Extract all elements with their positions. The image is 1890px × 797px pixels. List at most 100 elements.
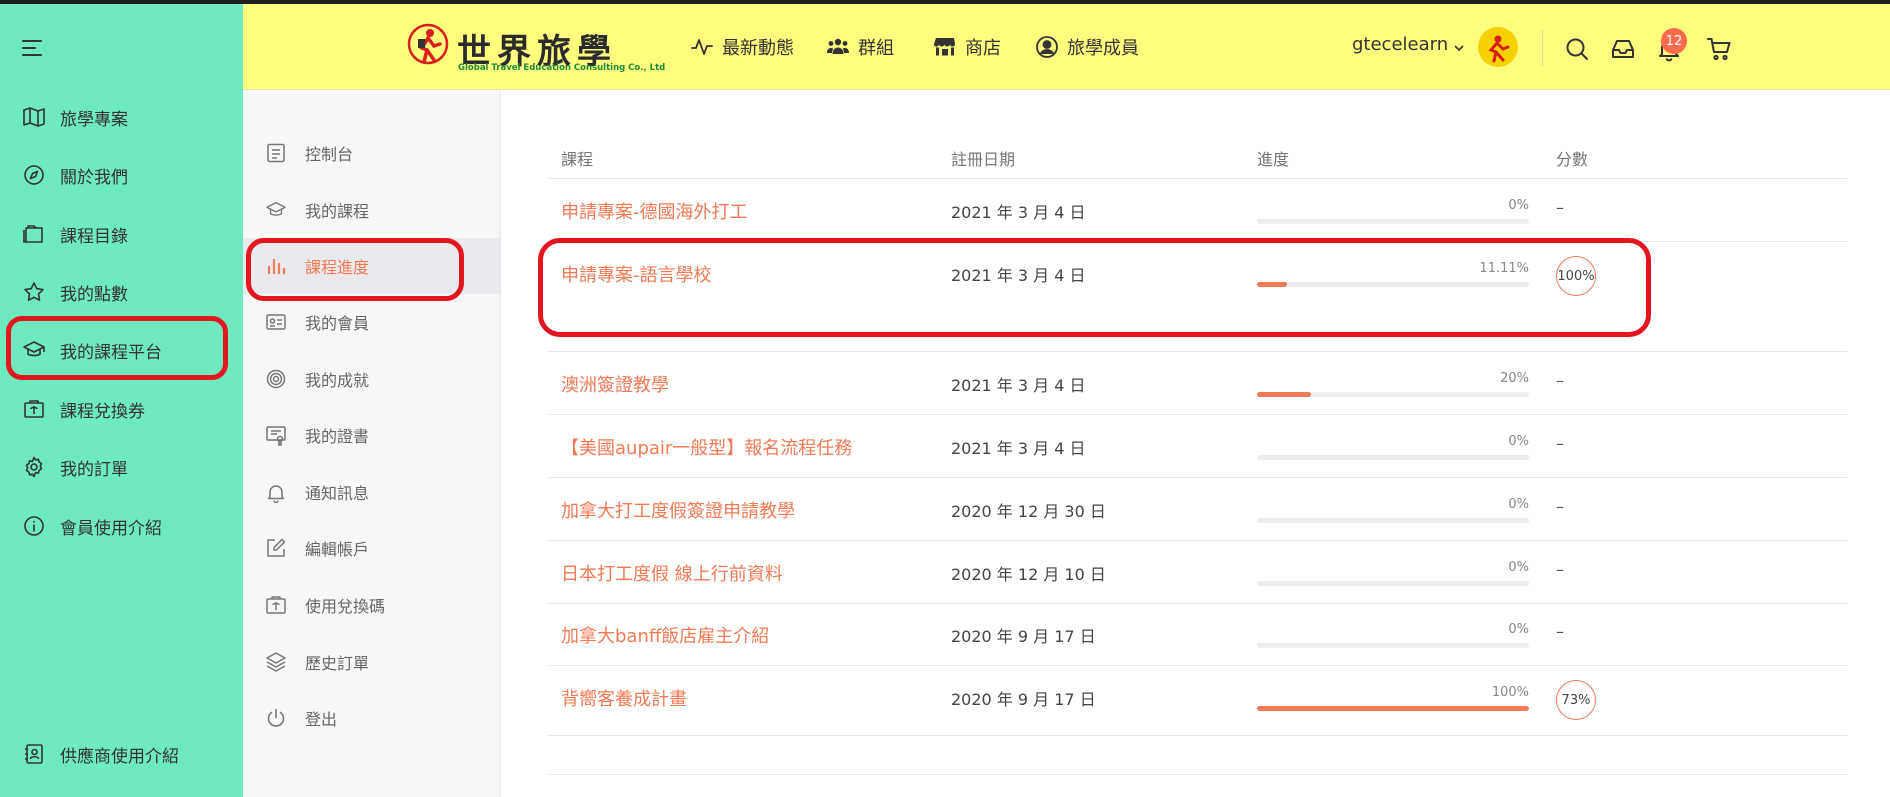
progress-bar-fill	[1257, 706, 1529, 711]
progress-bar	[1257, 455, 1529, 460]
sidebar-item-label: 會員使用介紹	[60, 518, 162, 539]
inbox-icon[interactable]	[1610, 36, 1636, 62]
subnav-item-achievements[interactable]: 我的成就	[243, 351, 501, 407]
subnav-item-dashboard[interactable]: 控制台	[243, 125, 501, 181]
table-divider	[547, 540, 1847, 541]
sidebar-item-label: 關於我們	[60, 167, 128, 188]
course-link[interactable]: 加拿大打工度假簽證申請教學	[561, 497, 795, 523]
progress-bar-fill	[1257, 282, 1288, 287]
header-nav-label: 旅學成員	[1067, 38, 1139, 59]
highlight-annotation-row	[538, 238, 1651, 337]
layers-icon	[266, 652, 286, 672]
progress-bar	[1257, 219, 1529, 224]
subnav-item-label: 使用兌換碼	[305, 597, 386, 616]
column-header-course: 課程	[561, 150, 594, 169]
header-nav-label: 群組	[858, 38, 894, 59]
main-sidebar: 旅學專案 關於我們 課程目錄 我的點數 我的課程平台 課程兌換券 我的訂單 會員…	[0, 4, 243, 797]
target-icon	[266, 369, 286, 389]
course-link[interactable]: 申請專案-語言學校	[561, 261, 712, 287]
score-value: –	[1556, 622, 1564, 641]
subnav-item-order-history[interactable]: 歷史訂單	[243, 634, 501, 690]
subnav-item-certificates[interactable]: 我的證書	[243, 407, 501, 463]
enroll-date: 2021 年 3 月 4 日	[951, 266, 1086, 285]
logo-subtitle: Global Travel Education Consulting Co., …	[458, 63, 666, 73]
map-icon	[23, 107, 45, 127]
activity-icon	[691, 39, 713, 55]
score-value: –	[1556, 560, 1564, 579]
chevron-down-icon[interactable]	[1452, 41, 1466, 55]
progress-percent: 20%	[1500, 371, 1529, 386]
username-dropdown[interactable]: gtecelearn	[1352, 34, 1448, 55]
subnav-item-edit-account[interactable]: 編輯帳戶	[243, 520, 501, 576]
enroll-date: 2020 年 12 月 30 日	[951, 502, 1106, 521]
header-nav-groups[interactable]: 群組	[826, 32, 894, 62]
header-nav-store[interactable]: 商店	[933, 32, 1001, 62]
progress-percent: 0%	[1508, 198, 1529, 213]
graduation-cap-icon	[266, 201, 286, 216]
enroll-date: 2020 年 9 月 17 日	[951, 627, 1096, 646]
avatar-logo-icon	[1488, 35, 1510, 63]
course-link[interactable]: 背嚮客養成計畫	[561, 685, 687, 711]
score-badge: 100%	[1556, 256, 1596, 296]
edit-icon	[267, 538, 286, 557]
table-divider	[547, 351, 1847, 352]
sidebar-item-label: 旅學專案	[60, 109, 128, 130]
header-nav-members[interactable]: 旅學成員	[1035, 32, 1139, 62]
score-value: –	[1556, 497, 1564, 516]
column-header-score: 分數	[1556, 150, 1589, 169]
progress-bar	[1257, 518, 1529, 523]
sidebar-item-label: 我的點數	[60, 284, 128, 305]
search-icon[interactable]	[1564, 36, 1590, 62]
progress-percent: 11.11%	[1479, 261, 1529, 276]
table-divider	[547, 774, 1847, 775]
avatar[interactable]	[1478, 27, 1518, 67]
table-divider	[547, 178, 1847, 179]
sidebar-item-catalog[interactable]: 課程目錄	[0, 214, 243, 254]
store-icon	[934, 38, 955, 56]
folder-icon	[23, 225, 43, 243]
progress-bar	[1257, 643, 1529, 648]
course-link[interactable]: 日本打工度假 線上行前資料	[561, 560, 783, 586]
course-link[interactable]: 加拿大banff飯店雇主介紹	[561, 622, 769, 648]
column-header-progress: 進度	[1257, 150, 1290, 169]
brand-logo[interactable]: 世界旅學 Global Travel Education Consulting …	[406, 20, 666, 76]
course-link[interactable]: 申請專案-德國海外打工	[561, 198, 748, 224]
cart-icon[interactable]	[1706, 36, 1732, 62]
bell-icon	[267, 485, 285, 503]
sidebar-item-points[interactable]: 我的點數	[0, 272, 243, 312]
coupon-icon	[266, 596, 286, 614]
sidebar-item-label: 課程兌換券	[60, 401, 145, 422]
subnav-item-label: 我的課程	[305, 202, 370, 221]
header-nav-news[interactable]: 最新動態	[690, 32, 794, 62]
sidebar-item-about[interactable]: 關於我們	[0, 155, 243, 195]
star-icon	[24, 282, 44, 301]
sidebar-item-vendor-guide[interactable]: 供應商使用介紹	[0, 734, 243, 774]
sidebar-item-orders[interactable]: 我的訂單	[0, 447, 243, 487]
subnav-item-redeem-code[interactable]: 使用兌換碼	[243, 577, 501, 633]
sidebar-item-projects[interactable]: 旅學專案	[0, 97, 243, 137]
header-nav-label: 最新動態	[722, 38, 794, 59]
course-link[interactable]: 【美國aupair一般型】報名流程任務	[561, 434, 852, 460]
graduation-cap-icon	[23, 341, 45, 357]
sidebar-item-member-guide[interactable]: 會員使用介紹	[0, 506, 243, 546]
progress-bar-fill	[1257, 392, 1312, 397]
subnav-item-notifications[interactable]: 通知訊息	[243, 464, 501, 520]
subnav-item-logout[interactable]: 登出	[243, 690, 501, 746]
users-icon	[827, 38, 849, 54]
sidebar-item-label: 我的訂單	[60, 459, 128, 480]
menu-toggle-icon[interactable]	[22, 40, 48, 58]
subnav-item-label: 編輯帳戶	[305, 540, 370, 559]
course-link[interactable]: 澳洲簽證教學	[561, 371, 669, 397]
header-divider	[1542, 30, 1543, 66]
subnav-item-course-progress[interactable]: 課程進度	[243, 238, 501, 294]
progress-percent: 0%	[1508, 622, 1529, 637]
subnav-item-label: 通知訊息	[305, 484, 370, 503]
power-icon	[267, 708, 285, 727]
gear-icon	[25, 456, 43, 478]
enroll-date: 2020 年 12 月 10 日	[951, 565, 1106, 584]
subnav-item-my-courses[interactable]: 我的課程	[243, 182, 501, 238]
subnav-item-label: 控制台	[305, 145, 354, 164]
subnav-item-membership[interactable]: 我的會員	[243, 294, 501, 350]
sidebar-item-coupons[interactable]: 課程兌換券	[0, 389, 243, 429]
sidebar-item-my-course-platform[interactable]: 我的課程平台	[0, 330, 243, 370]
